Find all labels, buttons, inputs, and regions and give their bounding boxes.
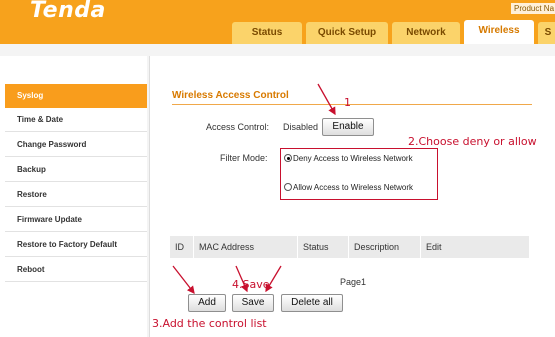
column-description: Description (349, 236, 421, 258)
main-panel: Wireless Access Control Access Control: … (149, 56, 555, 337)
tab-wireless[interactable]: Wireless (464, 20, 534, 44)
filter-mode-box: Deny Access to Wireless Network Allow Ac… (280, 148, 438, 200)
filter-option-allow[interactable]: Allow Access to Wireless Network (284, 183, 413, 192)
annotation-step1: 1 (344, 96, 351, 109)
save-button[interactable]: Save (232, 294, 274, 312)
tab-partial[interactable]: S (538, 22, 555, 44)
sidebar-item-restore[interactable]: Restore (5, 183, 147, 207)
sidebar-item-reboot[interactable]: Reboot (5, 258, 147, 282)
tenda-logo: Tenda (30, 0, 106, 23)
column-id: ID (170, 236, 194, 258)
sidebar: Syslog Time & Date Change Password Backu… (0, 56, 147, 337)
page-indicator: Page1 (340, 277, 367, 287)
annotation-step4: 4.Save (232, 278, 270, 291)
delete-all-button[interactable]: Delete all (281, 294, 343, 312)
enable-button[interactable]: Enable (322, 118, 374, 136)
filter-option-deny[interactable]: Deny Access to Wireless Network (284, 154, 413, 163)
tab-quick-setup[interactable]: Quick Setup (306, 22, 388, 44)
deny-radio[interactable] (284, 154, 292, 162)
annotation-step3: 3.Add the control list (152, 317, 267, 330)
sidebar-item-time-date[interactable]: Time & Date (5, 108, 147, 132)
mac-table-header: ID MAC Address Status Description Edit (170, 236, 530, 258)
sidebar-item-syslog[interactable]: Syslog (5, 84, 147, 108)
access-control-label: Access Control: (206, 122, 270, 132)
filter-mode-label: Filter Mode: (220, 153, 268, 163)
sidebar-item-change-password[interactable]: Change Password (5, 133, 147, 157)
tab-network[interactable]: Network (392, 22, 460, 44)
column-status: Status (298, 236, 349, 258)
column-mac-address: MAC Address (194, 236, 298, 258)
access-control-value: Disabled (283, 122, 319, 132)
sidebar-item-factory-default[interactable]: Restore to Factory Default (5, 233, 147, 257)
add-button[interactable]: Add (188, 294, 226, 312)
sidebar-item-firmware-update[interactable]: Firmware Update (5, 208, 147, 232)
column-edit: Edit (421, 236, 530, 258)
allow-radio[interactable] (284, 183, 292, 191)
deny-label: Deny Access to Wireless Network (293, 154, 413, 163)
product-name-label: Product Na (511, 3, 555, 14)
annotation-step2: 2.Choose deny or allow (408, 135, 537, 148)
tab-status[interactable]: Status (232, 22, 302, 44)
header-bar: Tenda Product Na Status Quick Setup Netw… (0, 0, 555, 44)
page-title: Wireless Access Control (172, 90, 532, 105)
sidebar-item-backup[interactable]: Backup (5, 158, 147, 182)
allow-label: Allow Access to Wireless Network (293, 183, 414, 192)
